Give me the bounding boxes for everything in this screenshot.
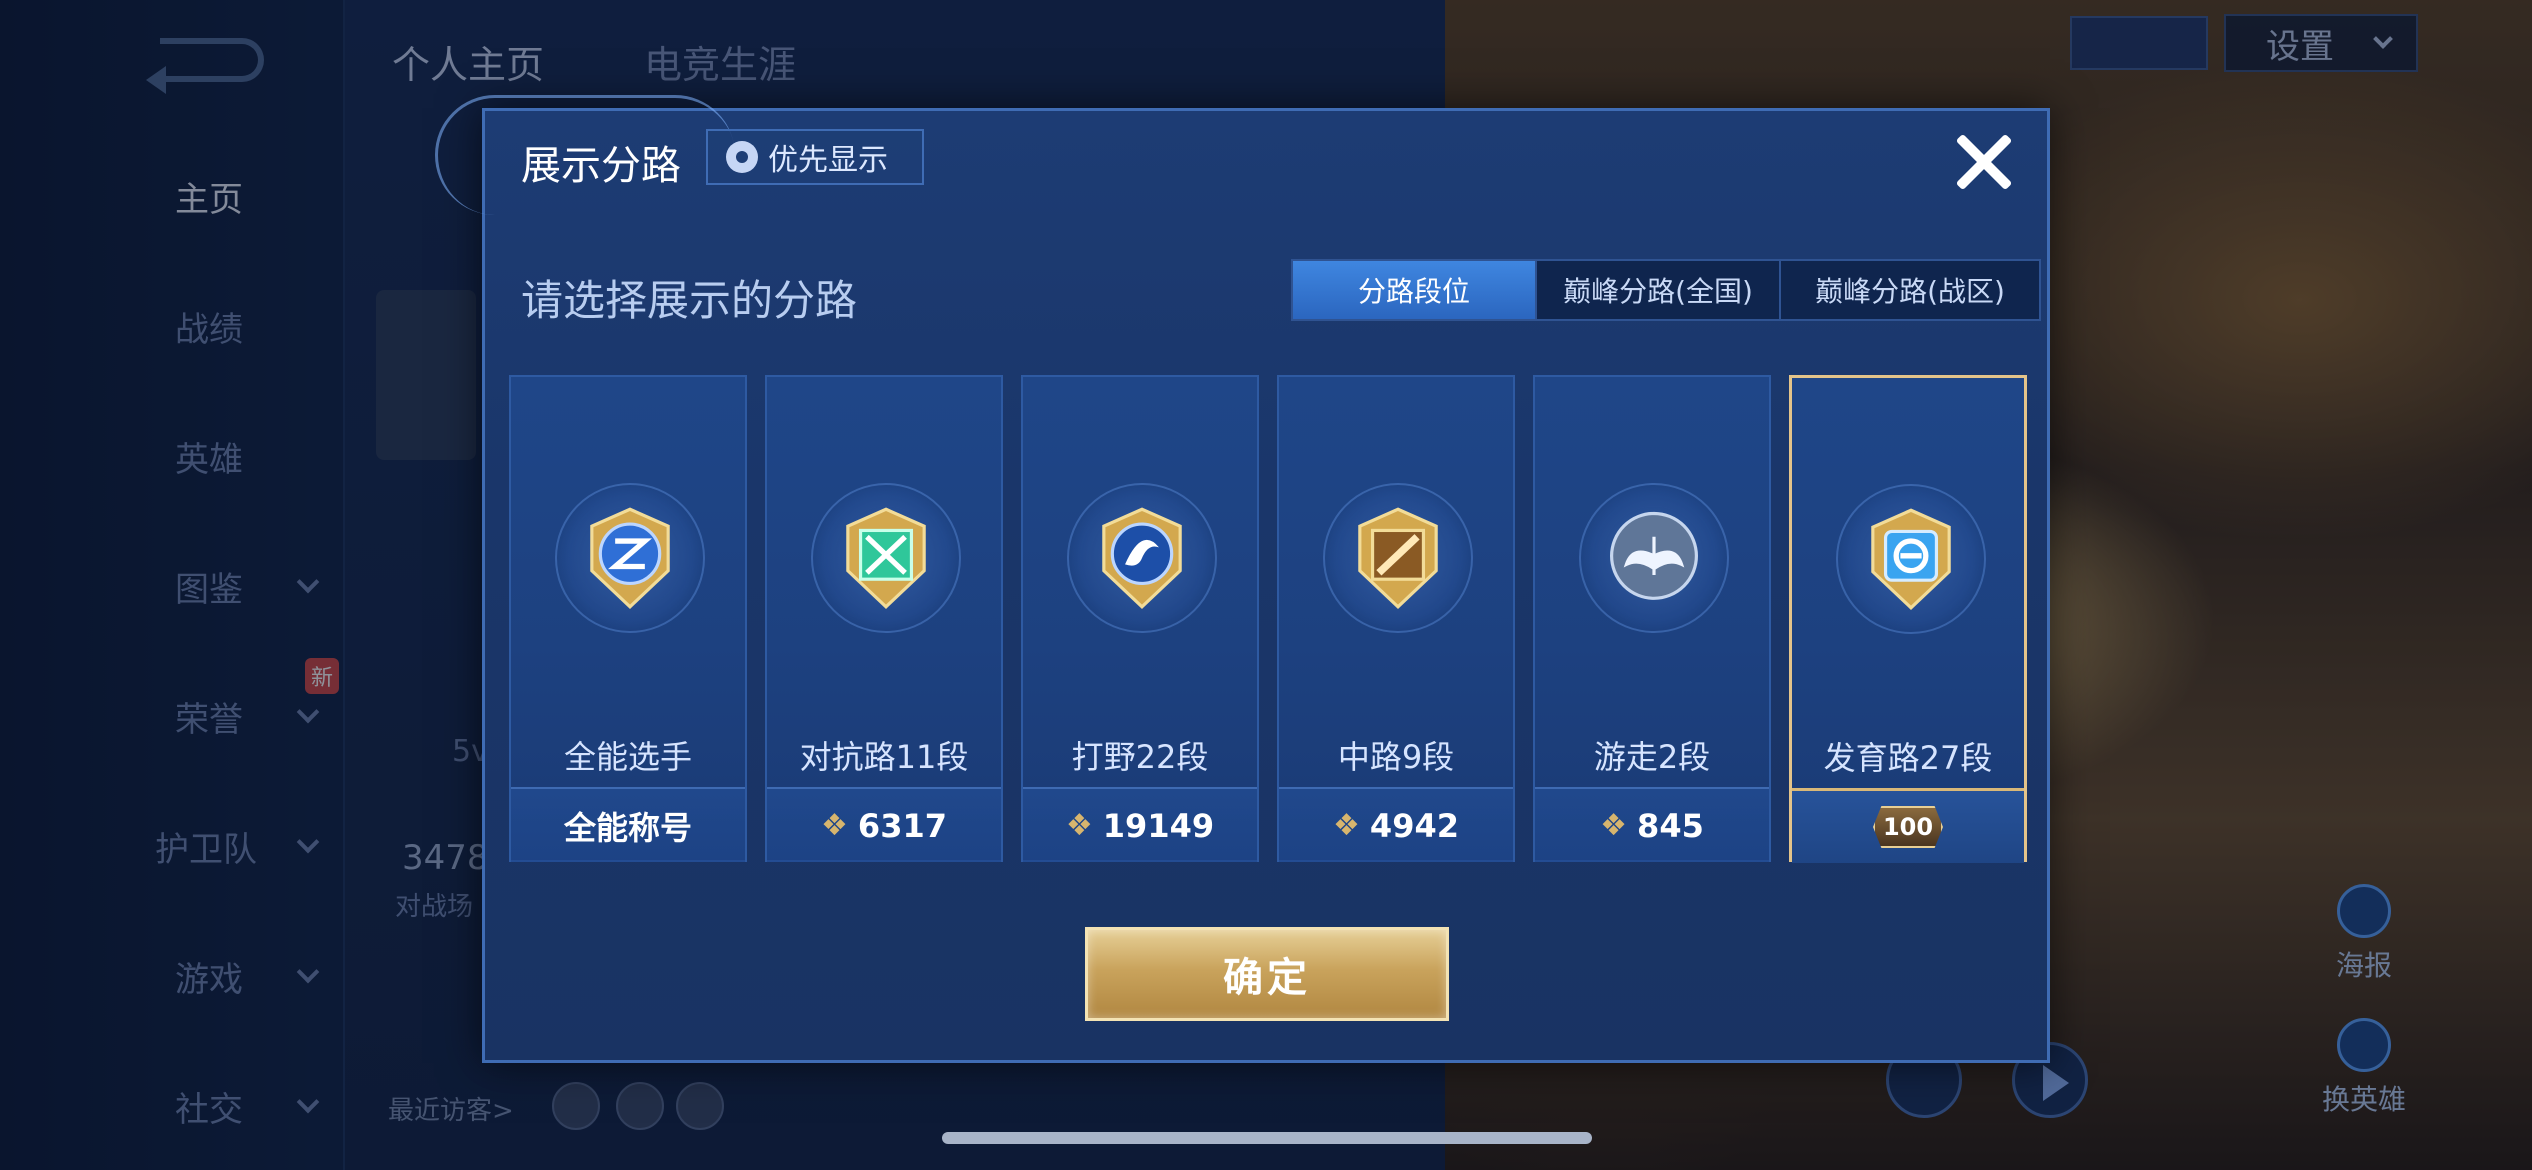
lane-card-farm[interactable]: 发育路27段 100 — [1789, 375, 2027, 863]
priority-display-label: 优先显示 — [768, 143, 888, 178]
rank-points-value: 4942 — [1369, 806, 1459, 845]
select-prompt: 请选择展示的分路 — [521, 276, 858, 325]
home-indicator[interactable] — [942, 1132, 1592, 1144]
rank-points-icon: ❖ — [1065, 808, 1093, 843]
card-footer: ❖ 6317 — [767, 787, 1001, 862]
card-name: 打野22段 — [1071, 738, 1209, 776]
modal-title: 展示分路 — [521, 143, 681, 189]
lane-display-modal: 展示分路 优先显示 请选择展示的分路 分路段位 巅峰分路(全国) 巅峰分路(战区… — [435, 95, 2050, 1063]
tab-peak-national[interactable]: 巅峰分路(全国) — [1537, 261, 1781, 319]
card-footer: ❖ 845 — [1535, 787, 1769, 862]
lane-card-clash[interactable]: 对抗路11段 ❖ 6317 — [765, 375, 1003, 862]
card-name: 对抗路11段 — [799, 738, 969, 776]
card-name: 游走2段 — [1593, 738, 1711, 776]
card-name: 发育路27段 — [1823, 739, 1993, 777]
card-footer: ❖ 19149 — [1023, 787, 1257, 862]
rank-points-icon: ❖ — [821, 808, 848, 843]
farm-lane-emblem-icon — [1871, 508, 1951, 610]
card-footer: 全能称号 — [511, 787, 745, 862]
lane-card-mid[interactable]: 中路9段 ❖ 4942 — [1277, 375, 1515, 862]
rank-points-value: 6317 — [857, 806, 947, 845]
card-footer-label: 全能称号 — [563, 808, 692, 847]
lane-cards: 全能选手 全能称号 对抗路11段 ❖ 6317 打野22段 ❖ 19149 中路… — [509, 375, 2029, 863]
tab-peak-region[interactable]: 巅峰分路(战区) — [1781, 261, 2039, 319]
close-icon[interactable] — [1951, 129, 2015, 193]
rank-points-value: 845 — [1637, 806, 1704, 845]
mid-lane-emblem-icon — [1358, 507, 1438, 609]
rank-points-value: 19149 — [1102, 806, 1215, 845]
lane-card-jungle[interactable]: 打野22段 ❖ 19149 — [1021, 375, 1259, 862]
lane-card-roam[interactable]: 游走2段 ❖ 845 — [1533, 375, 1771, 862]
priority-display-button[interactable]: 优先显示 — [706, 129, 924, 185]
card-name: 全能选手 — [563, 738, 692, 776]
card-name: 中路9段 — [1337, 738, 1455, 776]
clash-lane-emblem-icon — [846, 507, 926, 609]
all-round-emblem-icon — [590, 507, 670, 609]
gear-icon — [726, 141, 758, 173]
confirm-button[interactable]: 确定 — [1085, 927, 1449, 1021]
tab-lane-rank[interactable]: 分路段位 — [1293, 261, 1537, 319]
rank-points-icon: ❖ — [1600, 808, 1628, 843]
card-footer: 100 — [1792, 788, 2024, 863]
card-footer: ❖ 4942 — [1279, 787, 1513, 862]
jungle-emblem-icon — [1102, 507, 1182, 609]
roam-emblem-icon — [1610, 511, 1698, 600]
rank-points-icon: ❖ — [1333, 808, 1360, 843]
level-badge: 100 — [1873, 806, 1943, 848]
segment-tabs: 分路段位 巅峰分路(全国) 巅峰分路(战区) — [1291, 259, 2041, 321]
lane-card-all-round[interactable]: 全能选手 全能称号 — [509, 375, 747, 862]
